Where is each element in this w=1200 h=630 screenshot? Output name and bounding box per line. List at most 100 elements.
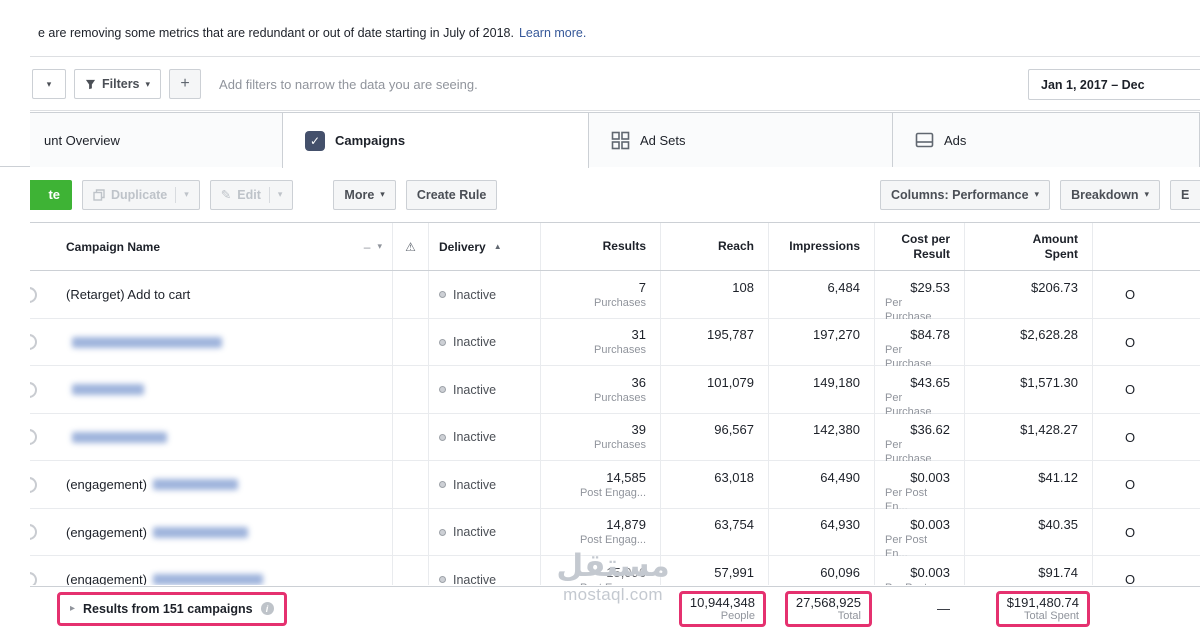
chevron-down-icon[interactable]: ▾ — [377, 242, 382, 251]
issues-cell — [392, 556, 428, 585]
results-cell: 36 Purchases — [540, 366, 660, 414]
table-row[interactable]: (engagement) Inactive 15,096Post Engag...5… — [30, 556, 1200, 585]
chevron-down-icon: ▾ — [1144, 189, 1149, 199]
table-row[interactable]: (engagement) Inactive 14,879 Post Engag... 6… — [30, 508, 1200, 557]
delivery-status: Inactive — [453, 287, 497, 302]
export-button[interactable]: E — [1170, 179, 1200, 210]
table-row[interactable]: Inactive 39 Purchases 96,567 142,380 $36.62 Pe… — [30, 413, 1200, 462]
results-summary-highlight[interactable]: ▸ Results from 151 campaigns i — [57, 591, 287, 626]
table-row[interactable]: (Retarget) Add to cart Inactive 7 Purchases… — [30, 271, 1200, 319]
button-divider — [175, 186, 177, 203]
create-rule-button[interactable]: Create Rule — [405, 179, 498, 210]
header-impressions[interactable]: Impressions — [768, 223, 874, 270]
redacted-name — [72, 431, 167, 443]
campaign-toggle[interactable] — [30, 556, 56, 585]
reach-cell: 57,991 — [660, 556, 768, 585]
header-reach[interactable]: Reach — [660, 223, 768, 270]
filter-placeholder: Add filters to narrow the data you are s… — [219, 76, 478, 92]
table-row[interactable]: (engagement) Inactive 14,585 Post Engag... 6… — [30, 461, 1200, 509]
impressions-cell: 142,380 — [768, 413, 874, 461]
campaign-toggle[interactable] — [30, 461, 56, 509]
header-campaign-name[interactable]: Campaign Name – ▾ — [56, 223, 392, 270]
issues-cell — [392, 461, 428, 509]
delivery-cell: Inactive — [428, 366, 540, 414]
edit-button[interactable]: ✎ Edit ▾ — [209, 179, 294, 210]
saved-filters-dropdown[interactable]: ▾ — [32, 69, 66, 99]
columns-button[interactable]: Columns: Performance ▾ — [880, 179, 1051, 210]
duplicate-button[interactable]: Duplicate ▾ — [82, 179, 200, 210]
schedule-cell: O — [1092, 366, 1200, 414]
info-icon[interactable]: i — [260, 602, 274, 615]
reach-cell: 101,079 — [660, 366, 768, 414]
redacted-name — [152, 574, 263, 585]
add-filter-button[interactable]: + — [169, 69, 202, 99]
campaign-name-cell[interactable] — [56, 414, 392, 462]
reach-cell: 63,754 — [660, 508, 768, 556]
tab-campaigns[interactable]: ✓ Campaigns — [282, 112, 589, 168]
amount-spent-cell: $206.73 — [964, 271, 1092, 319]
table-body: (Retarget) Add to cart Inactive 7 Purchases… — [30, 271, 1200, 585]
results-cell: 14,879 Post Engag... — [540, 508, 660, 556]
cost-per-result-cell: $0.003Per Post En... — [874, 508, 964, 556]
amount-spent-cell: $41.12 — [964, 461, 1092, 509]
action-toolbar: te Duplicate ▾ ✎ Edit ▾ More ▾ Create Ru… — [30, 167, 1200, 222]
tab-strip: unt Overview ✓ Campaigns Ad Sets Ads — [0, 112, 1200, 168]
issues-cell — [392, 413, 428, 461]
tab-ad-sets[interactable]: Ad Sets — [588, 112, 893, 167]
footer-spent-cell: $191,480.74 Total Spent — [964, 587, 1092, 630]
header-cost-per-result[interactable]: Cost per Result — [874, 223, 964, 270]
redacted-name — [72, 384, 144, 396]
redacted-name — [72, 336, 222, 348]
date-range-picker[interactable]: Jan 1, 2017 – Dec — [1028, 69, 1200, 100]
delivery-cell: Inactive — [428, 461, 540, 509]
campaign-name: (Retarget) Add to cart — [66, 287, 191, 303]
tab-ads[interactable]: Ads — [892, 112, 1200, 167]
chevron-down-icon: ▾ — [380, 189, 385, 199]
campaign-toggle[interactable] — [30, 414, 56, 462]
amount-spent-cell: $1,571.30 — [964, 366, 1092, 414]
campaign-toggle[interactable] — [30, 366, 56, 414]
toggle-icon — [30, 571, 37, 585]
reach-total: 10,944,348 — [689, 594, 755, 610]
campaign-name-cell[interactable]: (engagement) — [56, 556, 392, 585]
cost-per-result-cell: $0.003Per Post En... — [874, 461, 964, 509]
campaign-name-cell[interactable]: (Retarget) Add to cart — [56, 271, 392, 319]
campaign-name: (engagement) — [66, 572, 147, 585]
campaigns-table: Campaign Name – ▾ ⚠ Delivery ▲ Results R… — [30, 222, 1200, 630]
table-row[interactable]: Inactive 31 Purchases 195,787 197,270 $84.78 P… — [30, 318, 1200, 367]
impressions-cell: 60,096 — [768, 556, 874, 585]
campaign-toggle[interactable] — [30, 271, 56, 319]
issues-cell — [392, 366, 428, 414]
cost-per-result-cell: $36.62 Per Purchase — [874, 413, 964, 461]
campaign-name-cell[interactable]: (engagement) — [56, 509, 392, 557]
delivery-cell: Inactive — [428, 318, 540, 366]
create-button[interactable]: te — [30, 179, 72, 210]
header-delivery[interactable]: Delivery ▲ — [428, 223, 540, 270]
header-results[interactable]: Results — [540, 223, 660, 270]
footer-reach-cell: 10,944,348 People — [660, 587, 768, 630]
table-row[interactable]: Inactive 36 Purchases 101,079 149,180 $43.65 P… — [30, 366, 1200, 414]
delivery-status: Inactive — [453, 335, 497, 350]
learn-more-link[interactable]: Learn more. — [519, 26, 586, 40]
filters-button[interactable]: Filters ▾ — [74, 69, 162, 99]
campaign-name-cell[interactable] — [56, 366, 392, 414]
breakdown-button[interactable]: Breakdown ▾ — [1060, 179, 1160, 210]
impressions-cell: 64,490 — [768, 461, 874, 509]
campaign-name: (engagement) — [66, 524, 147, 540]
reach-total-highlight: 10,944,348 People — [678, 590, 766, 627]
campaign-toggle[interactable] — [30, 319, 56, 367]
more-button[interactable]: More ▾ — [333, 179, 396, 210]
header-amount-spent[interactable]: Amount Spent — [964, 223, 1092, 270]
header-issues[interactable]: ⚠ — [392, 223, 428, 270]
reach-total-sub: People — [720, 609, 755, 622]
tab-account-overview[interactable]: unt Overview — [30, 112, 283, 167]
campaign-name-cell[interactable]: (engagement) — [56, 461, 392, 509]
campaign-name-cell[interactable] — [56, 319, 392, 367]
issues-cell — [392, 508, 428, 556]
footer-issues-cell — [392, 587, 428, 630]
cost-per-result-cell: $29.53 Per Purchase — [874, 271, 964, 319]
toggle-icon — [30, 429, 37, 446]
delivery-cell: Inactive — [428, 556, 540, 585]
campaign-toggle[interactable] — [30, 509, 56, 557]
expander-icon[interactable]: ▸ — [70, 603, 75, 614]
